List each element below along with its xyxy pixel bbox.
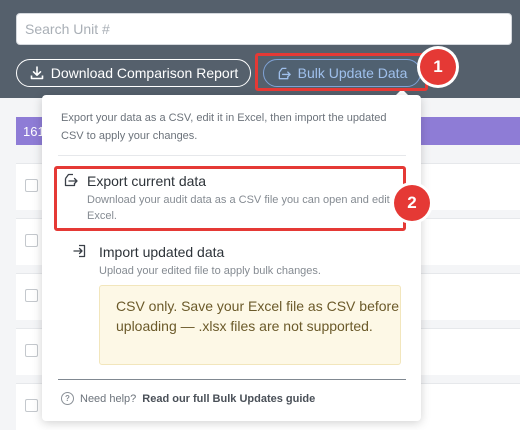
export-current-data-option[interactable]: Export current data Download your audit … <box>54 166 406 231</box>
popup-divider <box>58 155 406 156</box>
highlight-bulk-update-button <box>255 53 428 91</box>
export-icon <box>64 173 78 187</box>
bulk-update-popup: Export your data as a CSV, edit it in Ex… <box>42 95 421 421</box>
csv-only-note: CSV only. Save your Excel file as CSV be… <box>99 285 401 365</box>
download-button-label: Download Comparison Report <box>50 65 239 81</box>
row-checkbox[interactable] <box>25 234 38 247</box>
help-prefix: Need help? <box>80 392 137 405</box>
row-checkbox[interactable] <box>25 179 38 192</box>
step-badge-1: 1 <box>420 49 456 85</box>
download-comparison-report-button[interactable]: Download Comparison Report <box>16 59 251 87</box>
popup-divider <box>58 379 406 380</box>
step-badge-2: 2 <box>394 185 430 221</box>
import-updated-data-option[interactable]: Import updated data Upload your edited f… <box>54 240 406 370</box>
bulk-updates-guide-link[interactable]: Read our full Bulk Updates guide <box>142 393 315 405</box>
question-icon: ? <box>61 392 74 405</box>
search-input[interactable] <box>16 13 512 45</box>
row-checkbox[interactable] <box>25 344 38 357</box>
export-option-description: Download your audit data as a CSV file y… <box>87 194 402 222</box>
export-option-title: Export current data <box>87 173 207 189</box>
import-option-description: Upload your edited file to apply bulk ch… <box>99 265 321 277</box>
import-option-title: Import updated data <box>99 244 225 260</box>
row-checkbox[interactable] <box>25 399 38 412</box>
import-icon <box>73 244 86 258</box>
help-line: ? Need help? Read our full Bulk Updates … <box>61 392 315 405</box>
download-icon <box>30 66 44 80</box>
row-checkbox[interactable] <box>25 289 38 302</box>
popup-intro-text: Export your data as a CSV, edit it in Ex… <box>61 112 387 142</box>
